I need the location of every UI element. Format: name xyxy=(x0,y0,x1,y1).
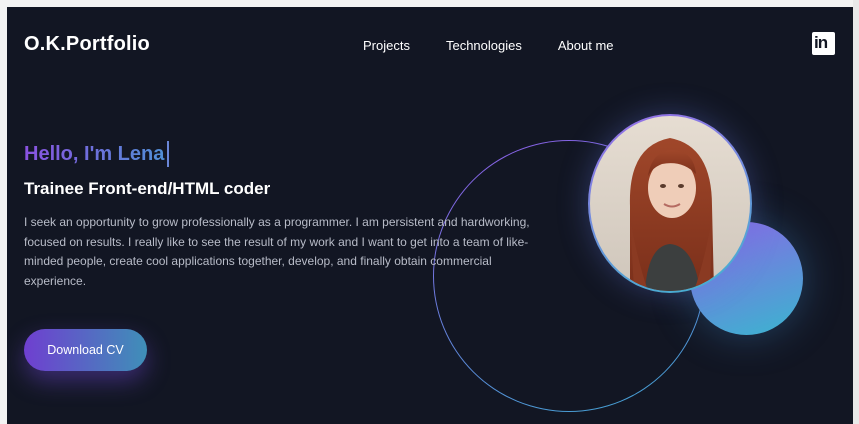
nav-technologies[interactable]: Technologies xyxy=(446,38,522,53)
logo[interactable]: O.K.Portfolio xyxy=(24,33,150,56)
window-left-edge xyxy=(0,0,7,424)
main-nav: Projects Technologies About me xyxy=(363,38,614,53)
profile-photo xyxy=(590,116,750,291)
window-top-edge xyxy=(0,0,859,7)
window-scrollbar[interactable] xyxy=(853,0,859,424)
download-cv-button[interactable]: Download CV xyxy=(24,329,147,371)
role-title: Trainee Front-end/HTML coder xyxy=(24,179,271,198)
bio-text: I seek an opportunity to grow profession… xyxy=(24,215,530,288)
greeting-heading: Hello, I'm Lena xyxy=(24,141,170,167)
portfolio-page: O.K.Portfolio Projects Technologies Abou… xyxy=(7,7,853,424)
nav-about-me[interactable]: About me xyxy=(558,38,614,53)
nav-projects[interactable]: Projects xyxy=(363,38,410,53)
linkedin-icon[interactable]: in xyxy=(812,32,835,55)
linkedin-glyph: in xyxy=(814,33,828,52)
avatar xyxy=(588,114,752,293)
